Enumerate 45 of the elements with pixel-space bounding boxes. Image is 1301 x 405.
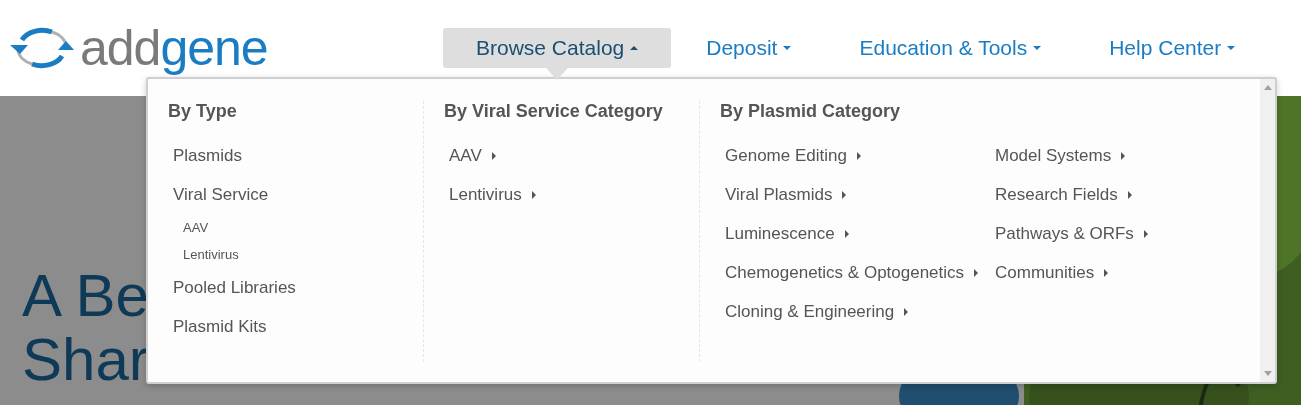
hero-heading: Shar: [22, 328, 149, 392]
menu-link[interactable]: AAV: [444, 136, 496, 175]
menu-link[interactable]: Genome Editing: [720, 136, 861, 175]
caret-icon: [1033, 46, 1042, 50]
menu-link[interactable]: Lentivirus: [444, 175, 536, 214]
caret-icon: [1227, 46, 1236, 50]
menu-link[interactable]: Plasmid Kits: [168, 307, 267, 346]
caret-icon: [856, 151, 861, 160]
menu-link[interactable]: Viral Plasmids: [720, 175, 847, 214]
logo-text: gene: [160, 23, 268, 73]
caret-icon: [844, 229, 849, 238]
menu-link[interactable]: Communities: [990, 253, 1109, 292]
menu-link[interactable]: Model Systems: [990, 136, 1126, 175]
menu-heading: By Plasmid Category: [720, 101, 902, 122]
caret-icon: [1127, 190, 1132, 199]
menu-link[interactable]: Research Fields: [990, 175, 1132, 214]
caret-icon: [630, 46, 639, 50]
logo-icon: [8, 26, 76, 70]
scrollbar[interactable]: [1260, 79, 1275, 382]
caret-icon: [783, 46, 792, 50]
menu-link[interactable]: Pathways & ORFs: [990, 214, 1148, 253]
hero-heading: A Be: [22, 264, 149, 328]
caret-icon: [531, 190, 536, 199]
menu-link[interactable]: Lentivirus: [168, 241, 239, 268]
caret-icon: [842, 190, 847, 199]
caret-icon: [904, 307, 909, 316]
menu-link[interactable]: AAV: [168, 214, 209, 241]
nav-tab[interactable]: Deposit: [673, 28, 825, 68]
logo-text: add: [80, 23, 161, 73]
menu-heading: By Type: [168, 101, 238, 122]
menu-link[interactable]: Luminescence: [720, 214, 849, 253]
caret-icon: [1104, 268, 1109, 277]
menu-link[interactable]: Plasmids: [168, 136, 242, 175]
caret-icon: [491, 151, 496, 160]
caret-icon: [1143, 229, 1148, 238]
menu-link[interactable]: Pooled Libraries: [168, 268, 296, 307]
menu-link[interactable]: Cloning & Engineering: [720, 292, 909, 331]
menu-link[interactable]: Viral Service: [168, 175, 269, 214]
menu-link[interactable]: Chemogenetics & Optogenetics: [720, 253, 979, 292]
caret-icon: [974, 268, 979, 277]
nav-tab[interactable]: Education & Tools: [826, 28, 1075, 68]
caret-icon: [1121, 151, 1126, 160]
menu-heading: By Viral Service Category: [444, 101, 664, 122]
nav-tab[interactable]: Help Center: [1076, 28, 1269, 68]
nav-tab[interactable]: Browse Catalog: [443, 28, 672, 68]
